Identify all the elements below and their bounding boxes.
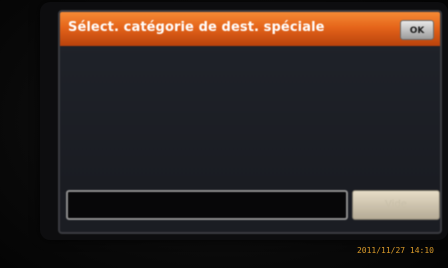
- photo-timestamp: 2011/11/27 14:10: [356, 246, 434, 255]
- category-list[interactable]: [60, 46, 440, 192]
- photo-frame: Sélect. catégorie de dest. spéciale OK V…: [0, 0, 448, 268]
- category-input-field[interactable]: [66, 190, 348, 220]
- input-row: Vide: [66, 190, 440, 224]
- ok-button[interactable]: OK: [400, 20, 434, 40]
- nav-screen: Sélect. catégorie de dest. spéciale OK V…: [58, 10, 442, 234]
- dialog-title-bar: Sélect. catégorie de dest. spéciale OK: [60, 12, 440, 46]
- dialog-title: Sélect. catégorie de dest. spéciale: [68, 20, 325, 35]
- clear-button[interactable]: Vide: [352, 190, 440, 220]
